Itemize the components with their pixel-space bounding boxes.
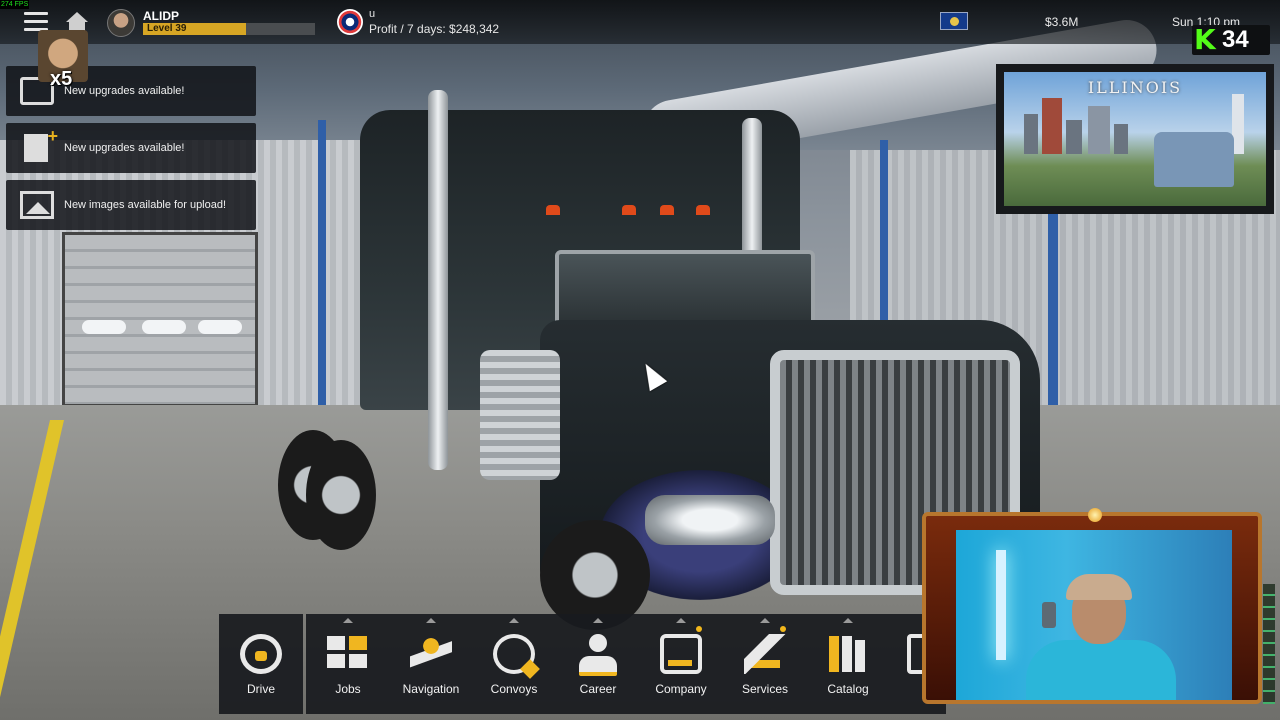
expand-caret-icon <box>593 618 603 623</box>
profit-summary: Profit / 7 days: $248,342 <box>369 22 500 36</box>
document-upgrade-icon <box>24 126 58 162</box>
dock-item-label: Company <box>655 682 707 696</box>
dock-item-convoys[interactable]: Convoys <box>472 614 556 714</box>
cab-marker-lamp <box>696 205 710 215</box>
bottom-dock: Jobs Navigation Convoys Career Company S… <box>306 614 946 714</box>
dock-item-career[interactable]: Career <box>556 614 640 714</box>
level-progress-bar: Level 39 <box>143 23 315 35</box>
air-cleaner <box>480 350 560 480</box>
webcam-feed <box>956 530 1232 700</box>
state-banner-title: ILLINOIS <box>1087 78 1183 97</box>
rear-wheel <box>306 440 376 550</box>
cab-marker-lamp <box>546 205 560 215</box>
fps-counter: 274 FPS <box>0 0 30 9</box>
expand-caret-icon <box>426 618 436 623</box>
notification-dot <box>780 626 786 632</box>
dock-item-company[interactable]: Company <box>639 614 723 714</box>
led-light <box>996 550 1006 660</box>
cab-marker-lamp <box>622 205 636 215</box>
dock-item-label: Career <box>579 682 617 696</box>
skyline-building <box>1042 98 1062 154</box>
garage-door-window <box>198 320 242 334</box>
navigation-icon <box>410 634 452 674</box>
skyline-building <box>1024 114 1038 154</box>
expand-caret-icon <box>343 618 353 623</box>
emote-multiplier: x5 <box>50 68 73 90</box>
truck-windshield <box>555 250 815 330</box>
drive-label: Drive <box>246 682 275 696</box>
dock-item-services[interactable]: Services <box>723 614 807 714</box>
dock-item-navigation[interactable]: Navigation <box>389 614 473 714</box>
notification-text: New upgrades available! <box>64 142 185 154</box>
expand-caret-icon <box>676 618 686 623</box>
exhaust-stack <box>428 90 448 470</box>
drive-item[interactable]: Drive <box>219 614 303 714</box>
state-flag-icon <box>940 12 968 30</box>
notification-text: New images available for upload! <box>64 199 227 211</box>
notification-dot <box>696 626 702 632</box>
notification-item[interactable]: New upgrades available! <box>6 123 256 173</box>
garage-door-window <box>142 320 186 334</box>
kick-viewer-badge: K 34 <box>1192 25 1270 55</box>
level-label: Level 39 <box>147 23 187 34</box>
streamer-cap <box>1066 574 1132 600</box>
career-icon <box>577 634 619 676</box>
company-icon <box>660 634 702 674</box>
company-name: u <box>369 8 376 20</box>
dock-item-label: Convoys <box>490 682 538 696</box>
player-name: ALIDP <box>143 9 179 23</box>
dock-item-label: Jobs <box>335 682 361 696</box>
truck-headlight <box>645 495 775 545</box>
expand-caret-icon <box>509 618 519 623</box>
services-icon <box>744 634 786 674</box>
notification-text: New upgrades available! <box>64 85 185 97</box>
dock-item-label: Navigation <box>402 682 460 696</box>
player-avatar[interactable] <box>107 9 135 37</box>
phone <box>1042 602 1056 628</box>
money-balance: $3.6M <box>1045 15 1079 29</box>
side-indicator-strip <box>1263 584 1275 704</box>
cab-marker-lamp <box>660 205 674 215</box>
image-icon <box>20 191 54 219</box>
viewer-count: 34 <box>1222 26 1249 53</box>
expand-caret-icon <box>760 618 770 623</box>
banner-truck <box>1154 132 1234 187</box>
convoys-icon <box>493 634 535 674</box>
dock-item-jobs[interactable]: Jobs <box>306 614 390 714</box>
frame-gem-icon <box>1088 508 1102 522</box>
dock-item-label: Services <box>741 682 788 696</box>
state-banner-image: ILLINOIS <box>1004 72 1266 206</box>
skyline-building <box>1114 124 1128 154</box>
jobs-icon <box>327 634 369 674</box>
menu-icon[interactable] <box>24 12 48 32</box>
state-banner: ILLINOIS <box>996 64 1274 214</box>
dock-item-label: Catalog <box>827 682 869 696</box>
drive-button[interactable]: Drive <box>219 614 303 714</box>
expand-caret-icon <box>843 618 853 623</box>
company-logo[interactable] <box>337 9 363 35</box>
kick-logo-icon: K <box>1194 23 1216 56</box>
garage-door-window <box>82 320 126 334</box>
dock-item-catalog[interactable]: Catalog <box>806 614 890 714</box>
webcam-overlay <box>922 508 1262 704</box>
catalog-icon <box>827 634 869 674</box>
streamer-body <box>1026 640 1176 700</box>
skyline-building <box>1066 120 1082 154</box>
notification-item[interactable]: New images available for upload! <box>6 180 256 230</box>
steering-wheel-icon <box>240 634 282 674</box>
skyline-building <box>1088 106 1110 154</box>
top-bar: ALIDP Level 39 u Profit / 7 days: $248,3… <box>0 0 1280 44</box>
